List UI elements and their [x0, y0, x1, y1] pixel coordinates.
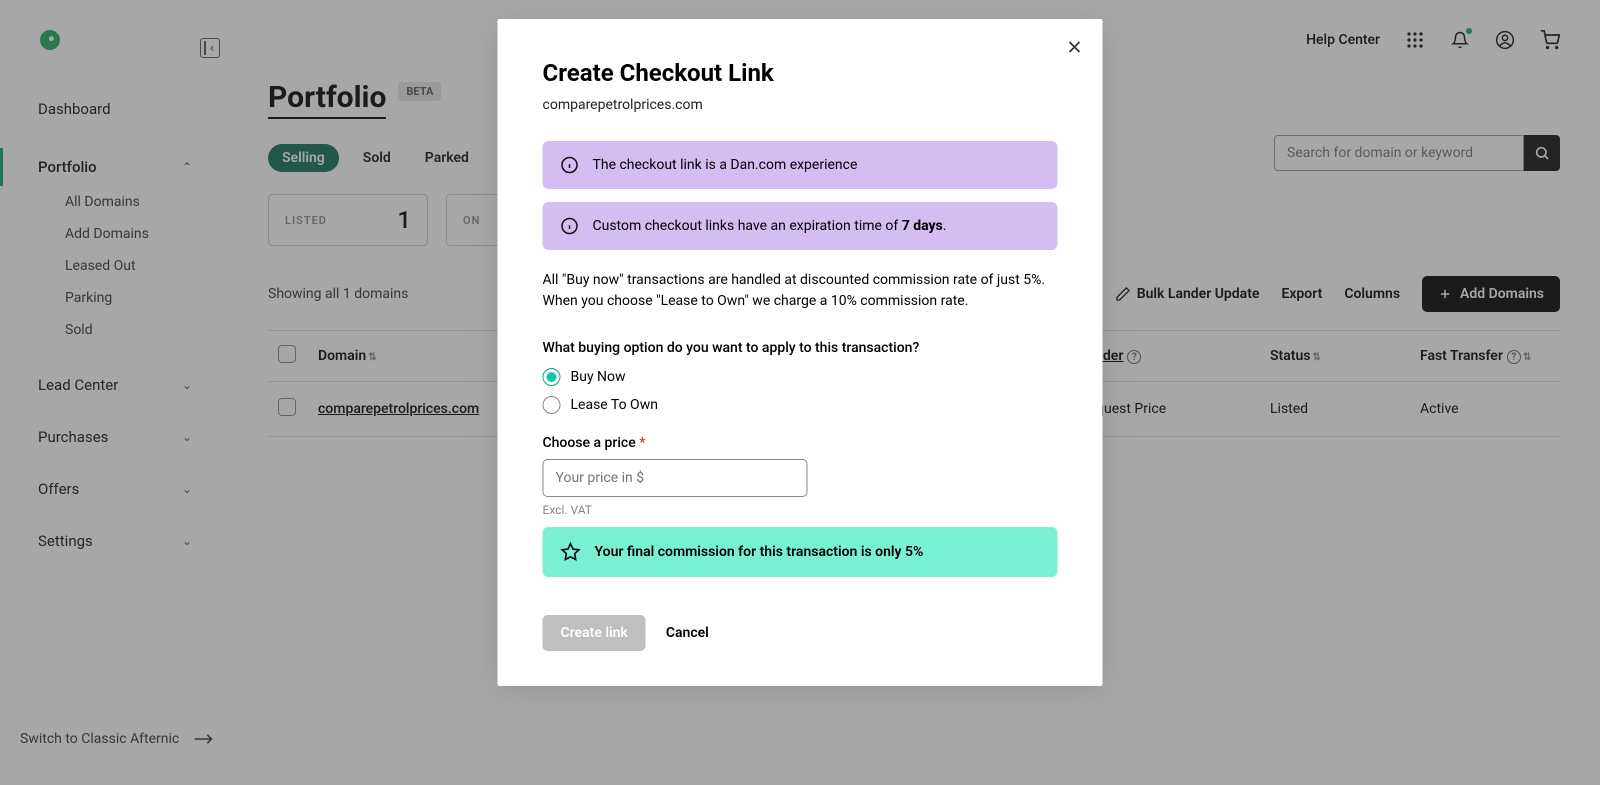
info-icon	[561, 156, 579, 174]
info-icon	[561, 217, 579, 235]
modal-domain: comparepetrolprices.com	[543, 97, 1058, 113]
price-input[interactable]	[543, 459, 808, 497]
commission-text: Your final commission for this transacti…	[595, 544, 924, 560]
radio-lease-to-own[interactable]: Lease To Own	[543, 396, 1058, 414]
modal-title: Create Checkout Link	[543, 59, 1058, 87]
cancel-button[interactable]: Cancel	[666, 625, 709, 641]
close-button[interactable]	[1061, 33, 1089, 61]
radio-label: Buy Now	[571, 369, 626, 385]
price-hint: Excl. VAT	[543, 503, 1058, 517]
create-checkout-modal: Create Checkout Link comparepetrolprices…	[498, 19, 1103, 686]
info-dan-experience: The checkout link is a Dan.com experienc…	[543, 141, 1058, 189]
radio-buy-now[interactable]: Buy Now	[543, 368, 1058, 386]
info-expiration: Custom checkout links have an expiration…	[543, 202, 1058, 250]
radio-icon	[543, 368, 561, 386]
close-icon	[1065, 37, 1085, 57]
buying-option-question: What buying option do you want to apply …	[543, 340, 1058, 356]
info-text: Custom checkout links have an expiration…	[593, 218, 947, 234]
info-text: The checkout link is a Dan.com experienc…	[593, 157, 858, 173]
commission-description: All "Buy now" transactions are handled a…	[543, 270, 1058, 312]
radio-icon	[543, 396, 561, 414]
star-icon	[561, 542, 581, 562]
commission-box: Your final commission for this transacti…	[543, 527, 1058, 577]
create-link-button[interactable]: Create link	[543, 615, 646, 651]
price-label: Choose a price *	[543, 435, 646, 451]
radio-label: Lease To Own	[571, 397, 658, 413]
required-mark: *	[639, 435, 645, 451]
